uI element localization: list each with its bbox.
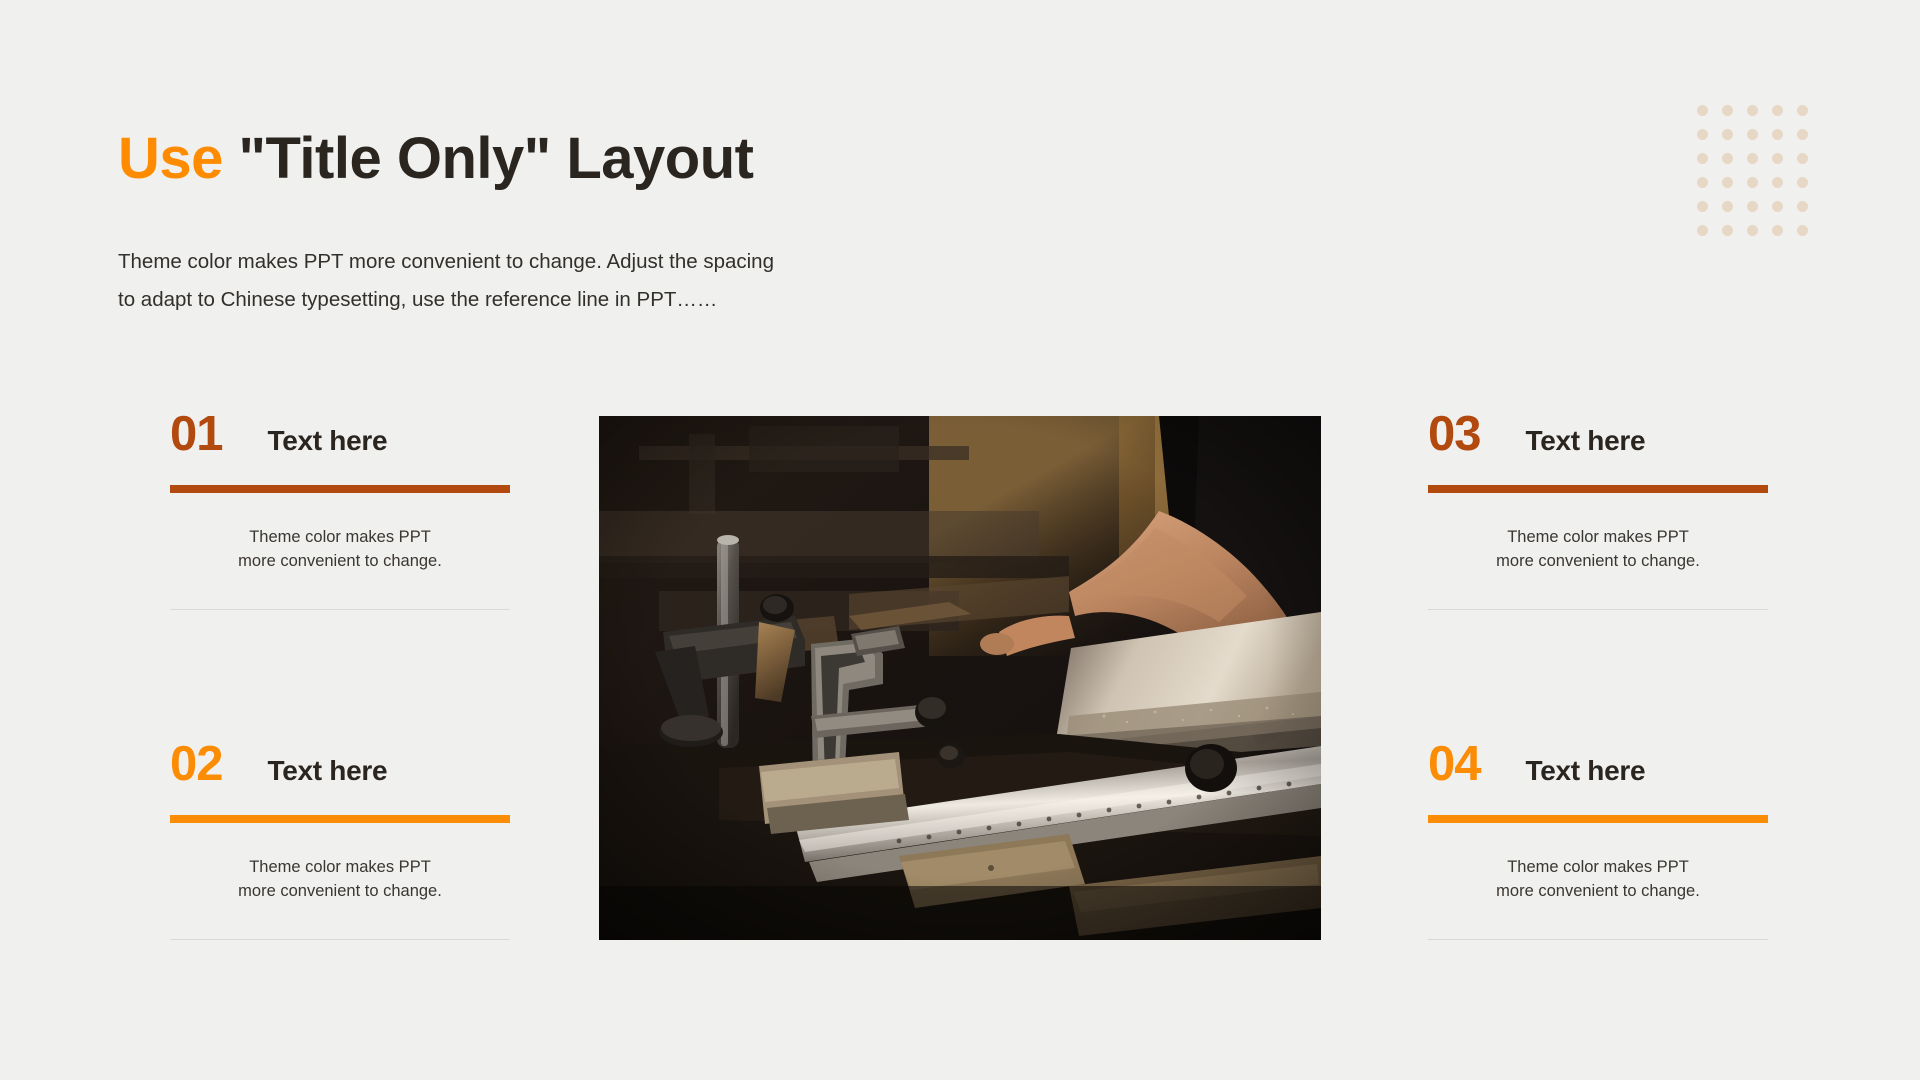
decorative-dot (1797, 129, 1808, 140)
feature-item-02[interactable]: 02 Text here Theme color makes PPT more … (170, 740, 510, 940)
decorative-dot (1697, 201, 1708, 212)
subtitle-line-2: to adapt to Chinese typesetting, use the… (118, 288, 718, 311)
feature-item-02-body: Theme color makes PPT more convenient to… (170, 855, 510, 903)
feature-item-01-header: 01 Text here (170, 410, 510, 459)
feature-item-01-body-line-2: more convenient to change. (238, 552, 442, 570)
feature-item-01[interactable]: 01 Text here Theme color makes PPT more … (170, 410, 510, 610)
feature-item-01-body: Theme color makes PPT more convenient to… (170, 525, 510, 573)
feature-item-02-number: 02 (170, 737, 224, 791)
decorative-dot (1747, 105, 1758, 116)
feature-item-04-body-line-1: Theme color makes PPT (1507, 858, 1689, 876)
decorative-dot (1772, 105, 1783, 116)
feature-item-01-underline-bar (170, 485, 510, 493)
feature-item-03-number: 03 (1428, 407, 1482, 461)
decorative-dot (1722, 201, 1733, 212)
feature-item-03-header: 03 Text here (1428, 410, 1768, 459)
decorative-dot (1697, 105, 1708, 116)
workshop-photo (599, 416, 1321, 940)
decorative-dot (1797, 105, 1808, 116)
feature-item-04-title: Text here (1525, 755, 1646, 786)
decorative-dot (1747, 153, 1758, 164)
subtitle-paragraph: Theme color makes PPT more convenient to… (118, 243, 774, 319)
feature-item-03[interactable]: 03 Text here Theme color makes PPT more … (1428, 410, 1768, 610)
feature-item-02-divider (170, 939, 510, 940)
title-rest (223, 126, 239, 191)
feature-item-04[interactable]: 04 Text here Theme color makes PPT more … (1428, 740, 1768, 940)
feature-item-04-header: 04 Text here (1428, 740, 1768, 789)
feature-item-01-number: 01 (170, 407, 224, 461)
feature-item-04-underline-bar (1428, 815, 1768, 823)
feature-item-02-body-line-1: Theme color makes PPT (249, 858, 431, 876)
decorative-dot (1747, 129, 1758, 140)
decorative-dot (1797, 201, 1808, 212)
decorative-dot (1747, 225, 1758, 236)
feature-item-03-body-line-1: Theme color makes PPT (1507, 528, 1689, 546)
decorative-dot (1747, 201, 1758, 212)
decorative-dot (1772, 153, 1783, 164)
decorative-dot (1797, 225, 1808, 236)
decorative-dot (1722, 129, 1733, 140)
feature-item-01-divider (170, 609, 510, 610)
decorative-dot (1722, 153, 1733, 164)
subtitle-line-1: Theme color makes PPT more convenient to… (118, 250, 774, 273)
feature-item-04-body: Theme color makes PPT more convenient to… (1428, 855, 1768, 903)
title-main-text: "Title Only" Layout (238, 126, 754, 191)
decorative-dot (1697, 225, 1708, 236)
feature-item-02-title: Text here (267, 755, 388, 786)
feature-item-02-underline-bar (170, 815, 510, 823)
feature-item-04-number: 04 (1428, 737, 1482, 791)
decorative-dot (1722, 177, 1733, 188)
feature-item-03-body-line-2: more convenient to change. (1496, 552, 1700, 570)
feature-item-01-title: Text here (267, 425, 388, 456)
decorative-dot (1697, 153, 1708, 164)
feature-item-02-header: 02 Text here (170, 740, 510, 789)
decorative-dot (1797, 177, 1808, 188)
feature-item-03-body: Theme color makes PPT more convenient to… (1428, 525, 1768, 573)
feature-item-02-body-line-2: more convenient to change. (238, 882, 442, 900)
feature-item-01-body-line-1: Theme color makes PPT (249, 528, 431, 546)
decorative-dot-grid (1697, 105, 1822, 249)
decorative-dot (1797, 153, 1808, 164)
decorative-dot (1747, 177, 1758, 188)
decorative-dot (1772, 129, 1783, 140)
feature-item-04-body-line-2: more convenient to change. (1496, 882, 1700, 900)
decorative-dot (1772, 201, 1783, 212)
slide-canvas: Use "Title Only" Layout Theme color make… (0, 0, 1920, 1080)
decorative-dot (1772, 225, 1783, 236)
feature-item-03-underline-bar (1428, 485, 1768, 493)
decorative-dot (1722, 225, 1733, 236)
feature-item-03-title: Text here (1525, 425, 1646, 456)
decorative-dot (1697, 129, 1708, 140)
feature-item-03-divider (1428, 609, 1768, 610)
decorative-dot (1772, 177, 1783, 188)
decorative-dot (1722, 105, 1733, 116)
decorative-dot (1697, 177, 1708, 188)
page-title: Use "Title Only" Layout (118, 125, 754, 192)
title-accent-word: Use (118, 126, 223, 191)
feature-item-04-divider (1428, 939, 1768, 940)
